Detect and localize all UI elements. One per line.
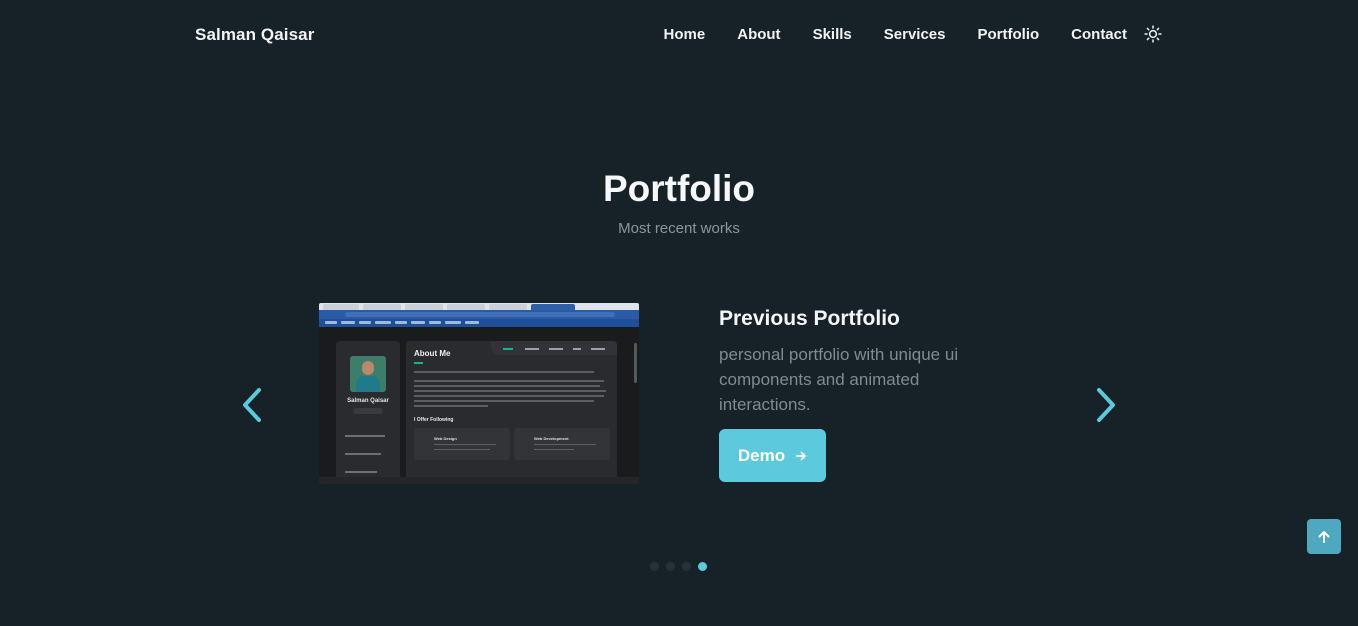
nav-contact[interactable]: Contact [1071, 26, 1127, 43]
preview-heading: About Me [414, 349, 451, 358]
section-title: Portfolio [602, 168, 756, 209]
project-title: Previous Portfolio [719, 307, 900, 330]
nav-skills[interactable]: Skills [813, 26, 852, 43]
preview-taskbar [319, 477, 639, 484]
preview-section-heading: I Offer Following [414, 417, 454, 423]
section-subtitle: Most recent works [618, 220, 740, 237]
main-nav: Home About Skills Services Portfolio Con… [664, 25, 1162, 43]
preview-avatar [350, 356, 386, 392]
sun-icon[interactable] [1144, 25, 1162, 43]
pagination-dot[interactable] [666, 562, 675, 571]
portfolio-preview-image: Salman Qaisar About Me I Offer Following… [319, 303, 639, 484]
site-header: Salman Qaisar Home About Skills Services… [0, 0, 1358, 70]
scroll-top-button[interactable] [1307, 519, 1341, 554]
arrow-right-icon [795, 451, 807, 460]
nav-home[interactable]: Home [664, 26, 706, 43]
carousel-pagination [650, 562, 714, 571]
pagination-dot[interactable] [650, 562, 659, 571]
pagination-dot-active[interactable] [698, 562, 707, 571]
nav-about[interactable]: About [737, 26, 780, 43]
brand-logo[interactable]: Salman Qaisar [195, 25, 314, 45]
chevron-right-icon[interactable] [1092, 386, 1118, 424]
preview-about-card [406, 341, 617, 481]
nav-portfolio[interactable]: Portfolio [978, 26, 1040, 43]
nav-services[interactable]: Services [884, 26, 946, 43]
project-description: personal portfolio with unique ui compon… [719, 345, 959, 414]
pagination-dot[interactable] [682, 562, 691, 571]
arrow-up-icon [1318, 530, 1330, 543]
demo-button-label: Demo [737, 445, 786, 465]
demo-button[interactable]: Demo [719, 429, 826, 482]
chevron-left-icon[interactable] [240, 386, 266, 424]
preview-name: Salman Qaisar [347, 398, 389, 404]
